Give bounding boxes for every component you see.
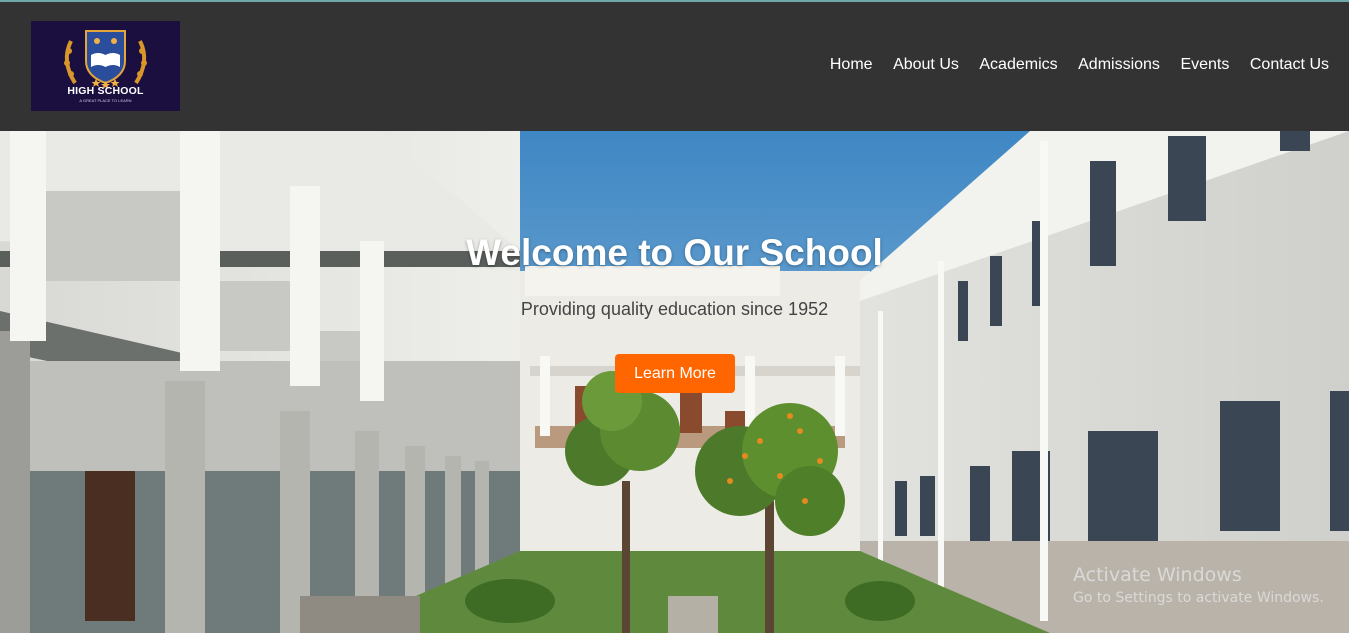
nav-events[interactable]: Events: [1180, 56, 1229, 74]
windows-activation-watermark: Activate Windows Go to Settings to activ…: [1073, 564, 1324, 606]
watermark-subtitle: Go to Settings to activate Windows.: [1073, 590, 1324, 606]
nav-contact-us[interactable]: Contact Us: [1250, 56, 1329, 74]
logo-tagline: A GREAT PLACE TO LEARN: [79, 98, 132, 103]
nav-about-us[interactable]: About Us: [893, 56, 959, 74]
nav-admissions[interactable]: Admissions: [1078, 56, 1160, 74]
hero-title: Welcome to Our School: [466, 232, 883, 273]
nav-academics[interactable]: Academics: [979, 56, 1057, 74]
learn-more-button[interactable]: Learn More: [615, 354, 735, 393]
site-header: HIGH SCHOOL A GREAT PLACE TO LEARN Home …: [0, 2, 1349, 131]
hero-subtitle: Providing quality education since 1952: [520, 299, 829, 319]
main-nav: Home About Us Academics Admissions Event…: [809, 56, 1329, 74]
watermark-title: Activate Windows: [1073, 564, 1242, 586]
logo-name: HIGH SCHOOL: [67, 85, 144, 97]
hero-section: Welcome to Our School Providing quality …: [0, 131, 1349, 633]
nav-home[interactable]: Home: [830, 56, 873, 74]
school-logo[interactable]: HIGH SCHOOL A GREAT PLACE TO LEARN: [31, 21, 180, 111]
